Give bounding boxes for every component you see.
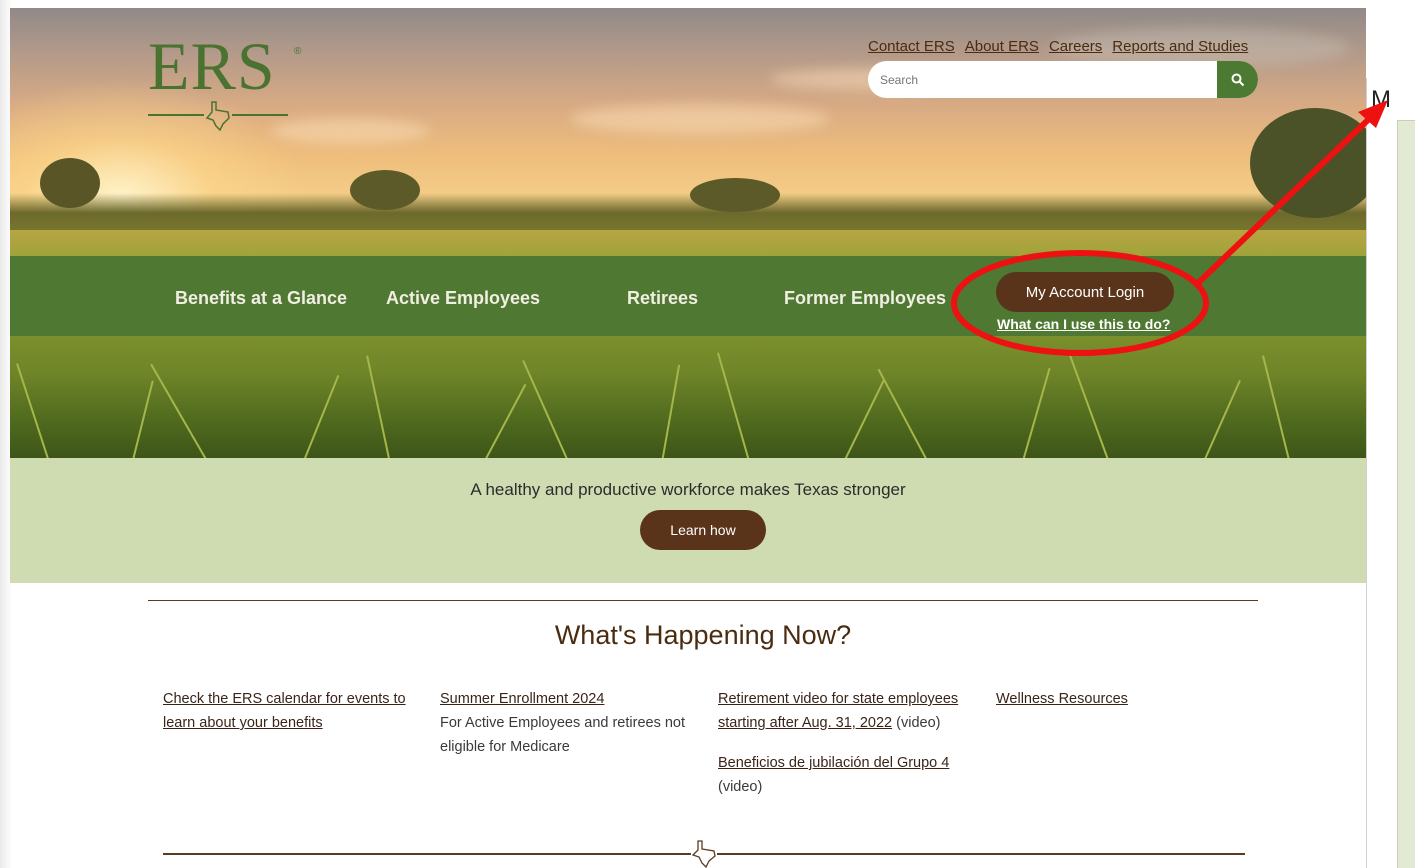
summer-enrollment-description: For Active Employees and retirees not el…	[440, 715, 686, 755]
grass-blade	[16, 363, 52, 458]
learn-how-button[interactable]: Learn how	[640, 510, 766, 550]
grass-blade	[1020, 367, 1051, 458]
logo-line-right	[232, 114, 288, 116]
logo-line-left	[148, 114, 204, 116]
news-column-2: Summer Enrollment 2024 For Active Employ…	[440, 687, 690, 759]
search-button[interactable]	[1217, 61, 1258, 98]
search-input[interactable]	[868, 61, 1218, 98]
section-divider-bottom-left	[163, 853, 691, 855]
grass-blade	[480, 383, 527, 458]
nav-retirees[interactable]: Retirees	[627, 288, 698, 309]
news-column-1: Check the ERS calendar for events to lea…	[163, 687, 413, 735]
hero-banner: ERS ® Contact ERS About ERS Careers Repo…	[10, 8, 1366, 458]
nav-benefits-at-a-glance[interactable]: Benefits at a Glance	[175, 288, 347, 309]
news-column-4: Wellness Resources	[996, 687, 1216, 711]
rice-field	[10, 336, 1366, 458]
grass-blade	[300, 374, 340, 458]
careers-link[interactable]: Careers	[1049, 38, 1102, 55]
grass-blade	[1200, 379, 1241, 458]
logo-text: ERS	[148, 28, 276, 104]
nav-active-employees[interactable]: Active Employees	[386, 288, 540, 309]
ers-logo[interactable]: ERS ®	[148, 32, 308, 142]
my-account-login-button[interactable]: My Account Login	[996, 272, 1174, 312]
contact-ers-link[interactable]: Contact ERS	[868, 38, 955, 55]
side-panel-heading-fragment: M	[1371, 86, 1391, 113]
reports-and-studies-link[interactable]: Reports and Studies	[1112, 38, 1248, 55]
grass-blade	[660, 364, 681, 458]
ers-calendar-link[interactable]: Check the ERS calendar for events to lea…	[163, 691, 406, 731]
cloud	[570, 104, 830, 134]
side-panel-content-box	[1397, 120, 1415, 868]
about-ers-link[interactable]: About ERS	[965, 38, 1039, 55]
tagline-text: A healthy and productive workforce makes…	[470, 480, 906, 499]
tagline-band: A healthy and productive workforce makes…	[10, 458, 1366, 583]
summer-enrollment-link[interactable]: Summer Enrollment 2024	[440, 691, 604, 707]
grass-blade	[130, 380, 154, 458]
logo-registered-mark: ®	[294, 46, 302, 57]
login-help-link[interactable]: What can I use this to do?	[997, 316, 1170, 332]
video-suffix: (video)	[892, 715, 941, 731]
wellness-resources-link[interactable]: Wellness Resources	[996, 691, 1128, 707]
tree	[350, 170, 420, 210]
tree	[40, 158, 100, 208]
grass-blade	[150, 363, 212, 458]
nav-former-employees[interactable]: Former Employees	[784, 288, 946, 309]
search-box	[868, 61, 1258, 98]
overlay-side-panel: M	[1366, 78, 1415, 868]
news-column-3: Retirement video for state employees sta…	[718, 687, 968, 799]
grass-blade	[1069, 354, 1112, 458]
utility-links: Contact ERS About ERS Careers Reports an…	[868, 38, 1248, 55]
section-divider-top	[148, 600, 1258, 601]
grass-blade	[877, 368, 932, 458]
texas-icon	[691, 840, 716, 868]
grass-blade	[366, 355, 392, 458]
video-suffix: (video)	[718, 779, 763, 795]
tree	[690, 178, 780, 212]
grass-blade	[522, 359, 572, 458]
main-nav: Benefits at a Glance Active Employees Re…	[10, 256, 1366, 336]
search-icon	[1231, 73, 1244, 86]
grass-blade	[1261, 355, 1292, 458]
beneficios-jubilacion-link[interactable]: Beneficios de jubilación del Grupo 4	[718, 755, 949, 771]
whats-happening-title: What's Happening Now?	[554, 620, 852, 650]
grass-blade	[716, 352, 752, 458]
grass-blade	[840, 379, 885, 458]
section-divider-bottom-right	[717, 853, 1245, 855]
texas-icon	[205, 101, 230, 132]
